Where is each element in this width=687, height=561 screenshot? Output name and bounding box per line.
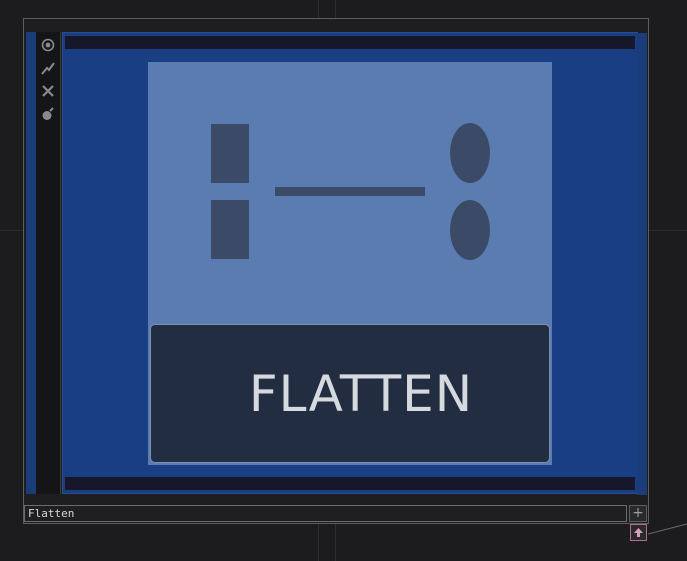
operator-node[interactable]: FLATTEN xyxy=(23,18,649,524)
output-wire xyxy=(648,523,687,535)
viewer-bottom-bar xyxy=(65,477,635,490)
cook-icon[interactable] xyxy=(36,103,60,125)
viewer-toggle-icon[interactable] xyxy=(36,34,60,56)
node-viewer[interactable]: FLATTEN xyxy=(62,32,647,495)
bypass-icon[interactable] xyxy=(36,57,60,79)
node-left-edge xyxy=(26,32,36,494)
node-side-toolbar xyxy=(26,32,61,494)
thumbnail-caption-box: FLATTEN xyxy=(150,324,550,463)
flatten-diagram-icon xyxy=(211,123,490,260)
close-icon[interactable] xyxy=(36,80,60,102)
node-footer xyxy=(25,495,647,505)
operator-thumbnail: FLATTEN xyxy=(148,62,552,465)
add-icon[interactable]: + xyxy=(629,505,647,522)
node-name-field[interactable]: Flatten xyxy=(24,505,627,522)
node-header[interactable] xyxy=(25,20,647,31)
output-connector-icon[interactable] xyxy=(630,524,647,541)
viewer-top-bar xyxy=(65,36,635,49)
node-right-edge xyxy=(637,33,647,495)
thumbnail-caption: FLATTEN xyxy=(248,364,474,423)
